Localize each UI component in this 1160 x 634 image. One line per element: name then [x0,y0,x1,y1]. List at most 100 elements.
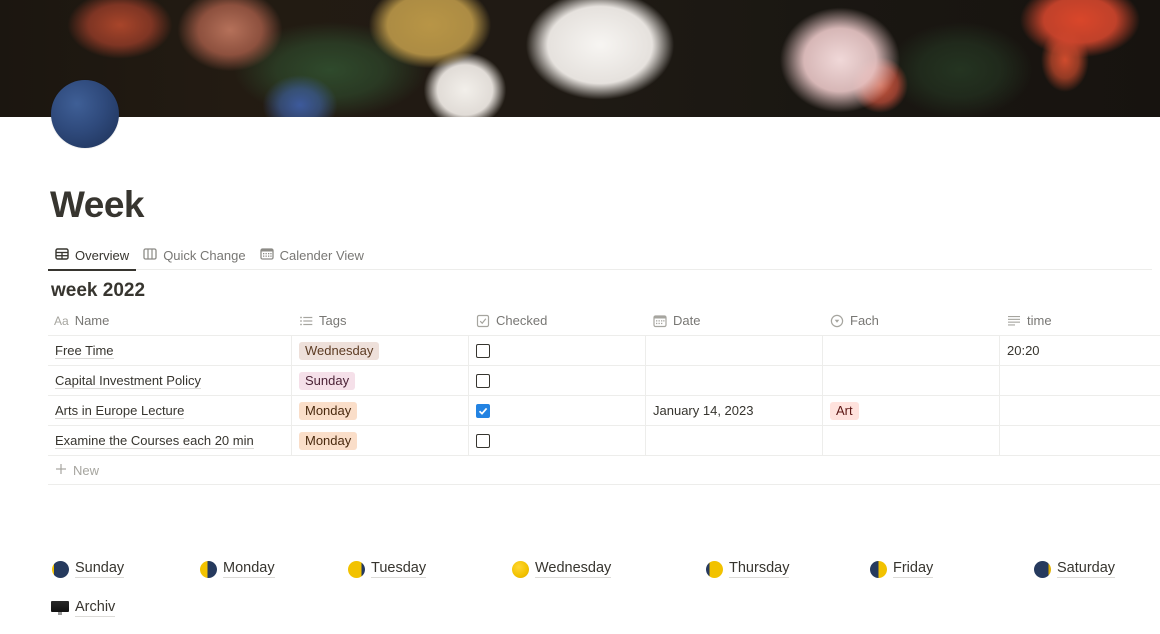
tag-badge: Monday [299,431,358,450]
cell-time[interactable] [1000,426,1160,455]
column-label: Name [74,313,110,328]
cell-checked [469,396,646,425]
cell-checked [469,336,646,365]
database-title[interactable]: week 2022 [51,280,145,302]
fach-badge: Art [830,401,859,420]
row-title[interactable]: Examine the Courses each 20 min [55,433,254,449]
link-label: Thursday [729,560,790,578]
cell-name[interactable]: Examine the Courses each 20 min [48,426,292,455]
board-icon [143,247,157,264]
cell-time[interactable]: 20:20 [1000,336,1160,365]
first-quarter-moon-icon [200,560,217,578]
checkbox[interactable] [476,343,490,358]
column-label: Date [673,313,701,328]
link-saturday[interactable]: Saturday [1034,560,1116,578]
checkbox[interactable] [476,403,490,418]
cell-date[interactable] [646,426,823,455]
calendar-icon [653,314,667,328]
column-label: Checked [496,313,548,328]
cell-fach[interactable]: Art [823,396,1000,425]
cell-name[interactable]: Free Time [48,336,292,365]
cell-tags[interactable]: Wednesday [292,336,469,365]
tab-overview[interactable]: Overview [48,240,137,271]
new-moon-icon [1034,560,1051,578]
page-title: Week [50,184,145,225]
tag-badge: Sunday [299,371,356,390]
cell-name[interactable]: Capital Investment Policy [48,366,292,395]
checkbox[interactable] [476,433,490,448]
link-label: Wednesday [535,560,612,578]
table-row[interactable]: Examine the Courses each 20 min Monday [48,426,1160,456]
calendar-icon [259,247,274,264]
row-title[interactable]: Free Time [55,343,114,359]
table-row[interactable]: Arts in Europe Lecture Monday January 14, … [48,396,1160,426]
column-header-date[interactable]: Date [646,306,823,335]
tag-badge: Monday [299,401,358,420]
cell-time[interactable] [1000,396,1160,425]
cell-fach[interactable] [823,426,1000,455]
checkmark-icon [478,407,488,415]
link-archiv[interactable]: Archiv [51,599,116,617]
link-label: Friday [893,560,934,578]
text-lines-icon [1007,314,1021,328]
row-title[interactable]: Arts in Europe Lecture [55,403,185,419]
column-header-name[interactable]: Aa Name [48,306,292,335]
table-icon [55,247,69,264]
plus-icon [55,463,67,478]
cell-date[interactable]: January 14, 2023 [646,396,823,425]
page-icon-moon[interactable] [51,80,119,148]
column-header-fach[interactable]: Fach [823,306,1000,335]
cell-date[interactable] [646,366,823,395]
table-row[interactable]: Free Time Wednesday 20:20 [48,336,1160,366]
link-friday[interactable]: Friday [870,560,934,578]
tab-label: Calender View [279,247,364,263]
row-title[interactable]: Capital Investment Policy [55,373,201,389]
link-label: Monday [223,560,275,578]
cell-tags[interactable]: Monday [292,426,469,455]
tab-label: Overview [75,247,130,263]
link-label: Sunday [75,560,125,578]
tab-quick-change[interactable]: Quick Change [136,240,252,270]
column-label: time [1027,313,1052,328]
link-wednesday[interactable]: Wednesday [512,560,612,578]
view-tabs: Overview Quick Change Calender View [48,240,1152,271]
cell-tags[interactable]: Monday [292,396,469,425]
waning-crescent-moon-icon [52,560,69,578]
checkbox[interactable] [476,373,490,388]
link-label: Saturday [1057,560,1116,578]
desktop-computer-icon [51,600,69,616]
cell-date[interactable] [646,336,823,365]
link-tuesday[interactable]: Tuesday [348,560,427,578]
waning-crescent-moon-icon [870,560,887,578]
column-label: Tags [319,313,347,328]
select-icon [830,314,844,328]
link-label: Archiv [75,599,116,617]
waxing-gibbous-moon-icon [348,560,365,578]
time-value: 20:20 [1007,343,1040,358]
list-icon [299,314,313,328]
cell-time[interactable] [1000,366,1160,395]
column-header-checked[interactable]: Checked [469,306,646,335]
tab-calender-view[interactable]: Calender View [253,240,371,270]
checkbox-icon [476,314,490,328]
date-value: January 14, 2023 [653,403,754,418]
table-header: Aa Name Tags Checked Date Fach time [48,306,1160,336]
cell-fach[interactable] [823,366,1000,395]
column-header-time[interactable]: time [1000,306,1160,335]
cell-fach[interactable] [823,336,1000,365]
add-new-row-button[interactable]: New [48,456,1160,485]
column-header-tags[interactable]: Tags [292,306,469,335]
new-label: New [73,462,100,478]
day-links: Sunday Monday Tuesday Wednesday Thursday… [0,556,1160,617]
cover-image [0,0,1160,117]
cell-name[interactable]: Arts in Europe Lecture [48,396,292,425]
link-thursday[interactable]: Thursday [706,560,790,578]
cell-tags[interactable]: Sunday [292,366,469,395]
database-table: Aa Name Tags Checked Date Fach time Free… [48,306,1160,485]
last-quarter-moon-icon [706,560,723,578]
table-row[interactable]: Capital Investment Policy Sunday [48,366,1160,396]
cell-checked [469,426,646,455]
link-monday[interactable]: Monday [200,560,275,578]
link-sunday[interactable]: Sunday [52,560,125,578]
link-label: Tuesday [371,560,427,578]
